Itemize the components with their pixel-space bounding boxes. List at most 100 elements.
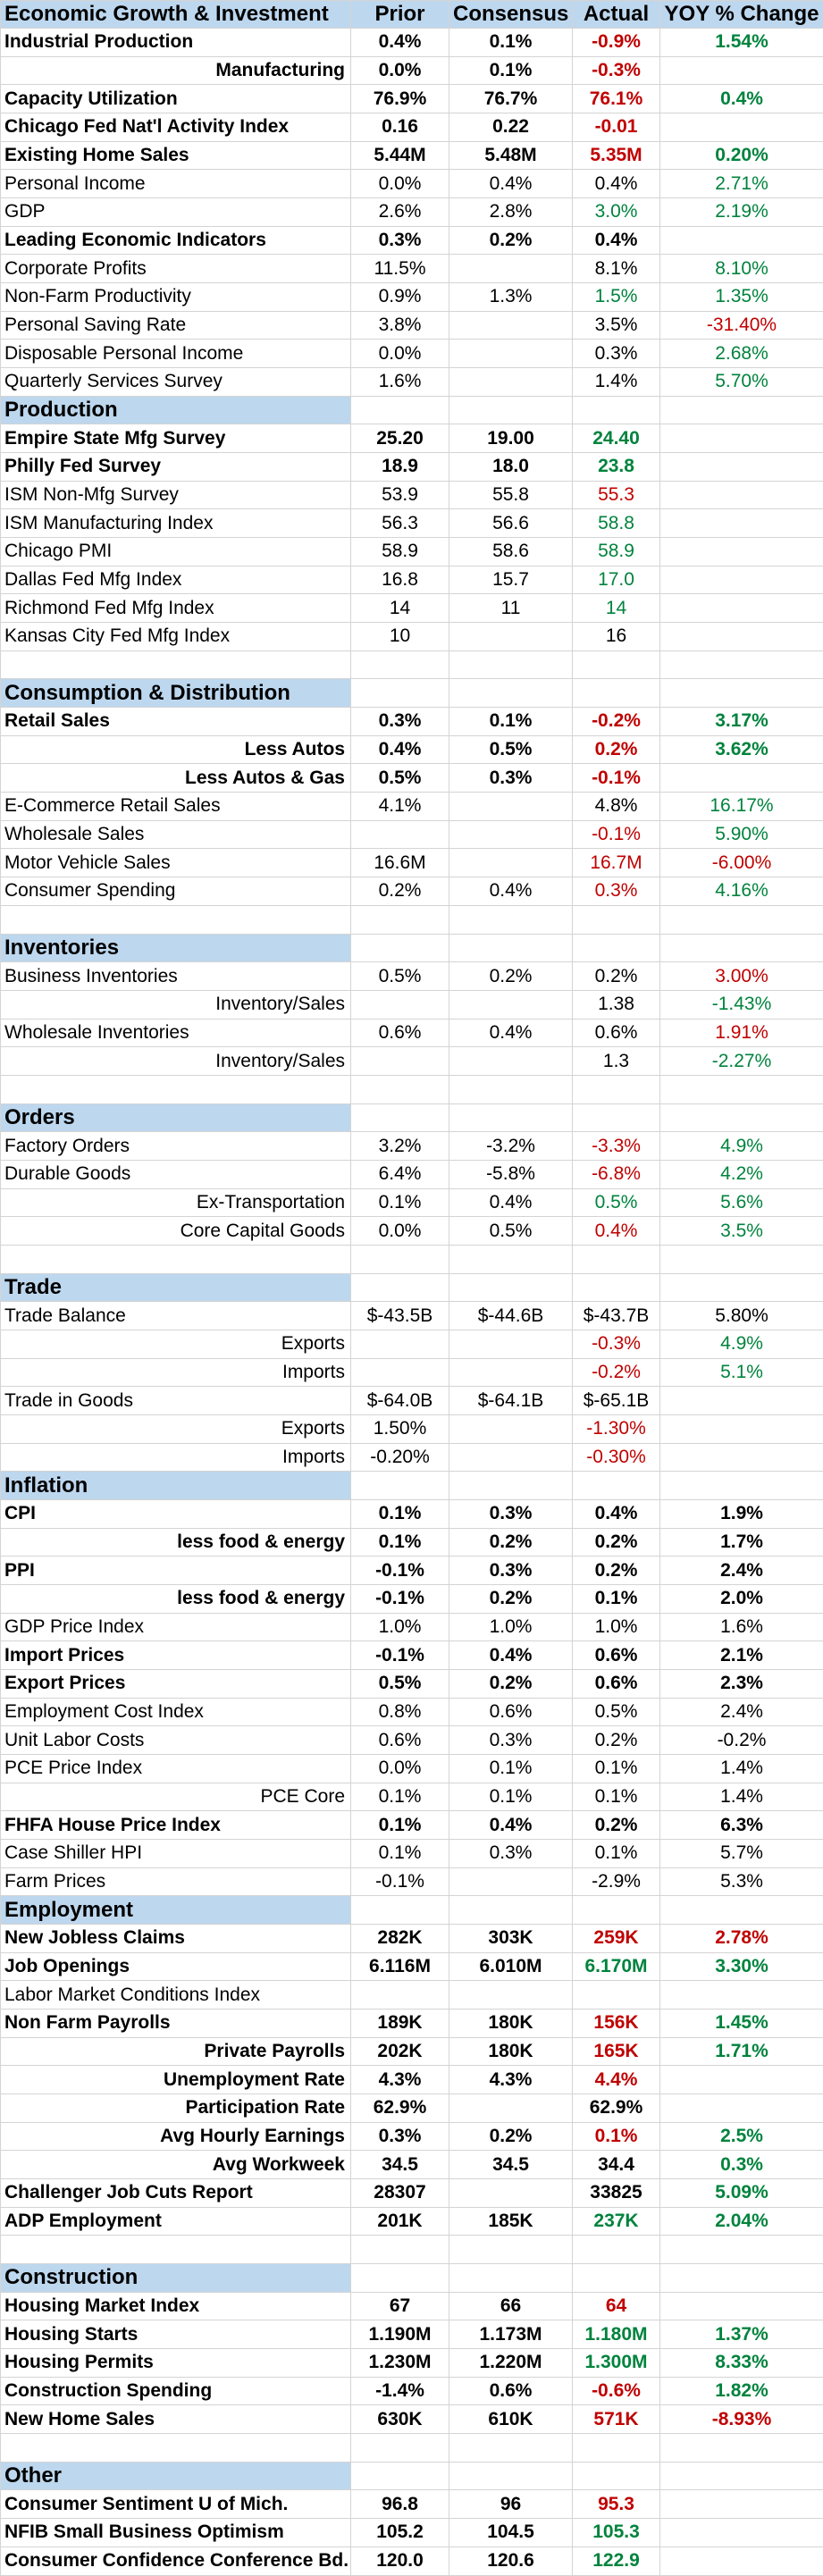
- indicator-label: Job Openings: [0, 1951, 351, 1982]
- actual-value: 0.3%: [572, 877, 660, 906]
- actual-value: 8.1%: [572, 254, 660, 284]
- consensus-value: [449, 678, 573, 709]
- yoy-change-value: 2.1%: [659, 1640, 823, 1670]
- table-row: Employment Cost Index 0.8% 0.6% 0.5% 2.4%: [0, 1697, 823, 1727]
- yoy-change-value: [659, 2461, 823, 2491]
- yoy-change-value: -8.93%: [659, 2404, 823, 2435]
- table-row: New Home Sales 630K 610K 571K -8.93%: [0, 2404, 823, 2435]
- yoy-change-value: [659, 1980, 823, 2010]
- actual-value: 0.4%: [572, 1498, 660, 1529]
- table-row: Factory Orders 3.2% -3.2% -3.3% 4.9%: [0, 1131, 823, 1161]
- header-consensus: Consensus: [449, 0, 573, 29]
- actual-value: -0.1%: [572, 763, 660, 793]
- consensus-value: [449, 1357, 573, 1388]
- indicator-label: New Home Sales: [0, 2404, 351, 2435]
- yoy-change-value: 5.90%: [659, 819, 823, 850]
- indicator-label: Kansas City Fed Mfg Index: [0, 622, 351, 651]
- spacer-row: [0, 2433, 823, 2463]
- consensus-value: 0.1%: [449, 55, 573, 86]
- prior-value: [350, 1895, 449, 1926]
- actual-value: 0.6%: [572, 1018, 660, 1048]
- consensus-value: 5.48M: [449, 140, 573, 171]
- table-row: Challenger Job Cuts Report 28307 33825 5.09…: [0, 2178, 823, 2208]
- yoy-change-value: 3.30%: [659, 1951, 823, 1982]
- actual-value: 122.9: [572, 2546, 660, 2576]
- consensus-value: 0.3%: [449, 1725, 573, 1755]
- indicator-label: Chicago PMI: [0, 537, 351, 566]
- indicator-label: less food & energy: [0, 1527, 351, 1557]
- consensus-value: [449, 2094, 573, 2123]
- yoy-change-value: 1.9%: [659, 1498, 823, 1529]
- actual-value: 0.3%: [572, 339, 660, 369]
- spacer-row: [0, 2235, 823, 2265]
- yoy-change-value: [659, 2291, 823, 2321]
- yoy-change-value: 1.91%: [659, 1018, 823, 1048]
- actual-value: 1.3: [572, 1046, 660, 1076]
- table-row: Avg Workweek 34.5 34.5 34.4 0.3%: [0, 2150, 823, 2180]
- yoy-change-value: [659, 565, 823, 595]
- indicator-label: Private Payrolls: [0, 2036, 351, 2067]
- prior-value: [350, 1980, 449, 2010]
- actual-value: 0.1%: [572, 1839, 660, 1868]
- indicator-label: Case Shiller HPI: [0, 1839, 351, 1868]
- table-row: Trade Balance $-43.5B $-44.6B $-43.7B 5.80%: [0, 1301, 823, 1330]
- section-header-row: Inflation: [0, 1471, 823, 1500]
- yoy-change-value: [659, 424, 823, 454]
- yoy-change-value: 5.3%: [659, 1867, 823, 1897]
- actual-value: 33825: [572, 2178, 660, 2208]
- prior-value: 0.5%: [350, 1668, 449, 1699]
- actual-value: [572, 904, 660, 935]
- indicator-label: Empire State Mfg Survey: [0, 424, 351, 454]
- table-row: PCE Core 0.1% 0.1% 0.1% 1.4%: [0, 1782, 823, 1812]
- actual-value: 0.2%: [572, 1527, 660, 1557]
- actual-value: 64: [572, 2291, 660, 2321]
- yoy-change-value: [659, 225, 823, 256]
- consensus-value: [449, 1895, 573, 1926]
- actual-value: [572, 2433, 660, 2463]
- indicator-label: Unit Labor Costs: [0, 1725, 351, 1755]
- yoy-change-value: [659, 933, 823, 963]
- indicator-label: Challenger Job Cuts Report: [0, 2178, 351, 2208]
- actual-value: 3.0%: [572, 197, 660, 227]
- actual-value: [572, 2263, 660, 2293]
- prior-value: 28307: [350, 2178, 449, 2208]
- indicator-label: ISM Manufacturing Index: [0, 508, 351, 539]
- yoy-change-value: 8.33%: [659, 2348, 823, 2378]
- indicator-label: Quarterly Services Survey: [0, 367, 351, 397]
- prior-value: [350, 2461, 449, 2491]
- prior-value: 62.9%: [350, 2094, 449, 2123]
- actual-value: 0.4%: [572, 225, 660, 256]
- consensus-value: 0.4%: [449, 169, 573, 199]
- yoy-change-value: 5.6%: [659, 1187, 823, 1218]
- actual-value: 0.2%: [572, 1810, 660, 1840]
- table-row: Inventory/Sales 1.3 -2.27%: [0, 1046, 823, 1076]
- table-row: Leading Economic Indicators 0.3% 0.2% 0.4%: [0, 225, 823, 256]
- consensus-value: [449, 848, 573, 878]
- prior-value: 16.8: [350, 565, 449, 595]
- actual-value: -0.2%: [572, 1357, 660, 1388]
- consensus-value: [449, 395, 573, 425]
- consensus-value: $-64.1B: [449, 1386, 573, 1415]
- table-row: Housing Starts 1.190M 1.173M 1.180M 1.37%: [0, 2320, 823, 2350]
- consensus-value: 56.6: [449, 508, 573, 539]
- table-row: Housing Market Index 67 66 64: [0, 2291, 823, 2321]
- yoy-change-value: 3.17%: [659, 707, 823, 736]
- header-row: Economic Growth & Investment Prior Conse…: [0, 0, 823, 29]
- table-row: Richmond Fed Mfg Index 14 11 14: [0, 593, 823, 624]
- actual-value: 4.8%: [572, 792, 660, 821]
- indicator-label: Import Prices: [0, 1640, 351, 1670]
- yoy-change-value: 3.5%: [659, 1216, 823, 1246]
- table-row: Personal Income 0.0% 0.4% 0.4% 2.71%: [0, 169, 823, 199]
- actual-value: 4.4%: [572, 2065, 660, 2095]
- table-row: Job Openings 6.116M 6.010M 6.170M 3.30%: [0, 1951, 823, 1982]
- consensus-value: 11: [449, 593, 573, 624]
- indicator-label: Trade in Goods: [0, 1386, 351, 1415]
- indicator-label: Richmond Fed Mfg Index: [0, 593, 351, 624]
- indicator-label: [0, 650, 351, 680]
- actual-value: [572, 1980, 660, 2010]
- actual-value: -0.30%: [572, 1442, 660, 1473]
- indicator-label: CPI: [0, 1498, 351, 1529]
- yoy-change-value: 1.7%: [659, 1527, 823, 1557]
- indicator-label: ADP Employment: [0, 2206, 351, 2236]
- prior-value: 0.3%: [350, 2121, 449, 2152]
